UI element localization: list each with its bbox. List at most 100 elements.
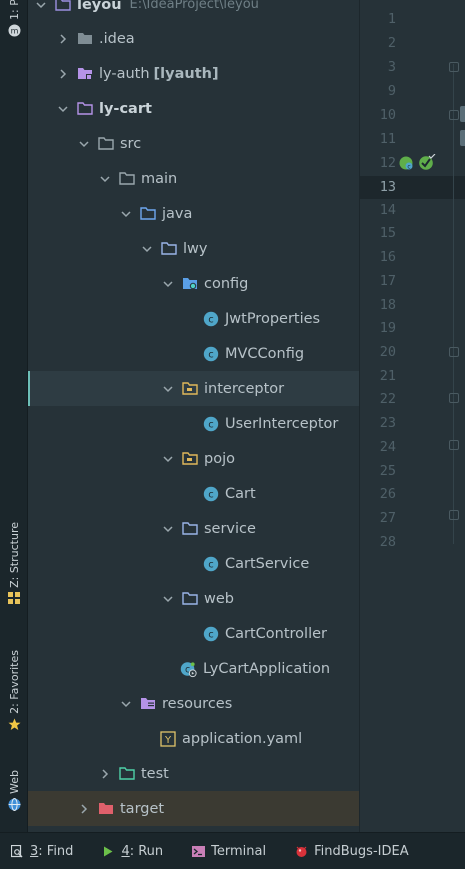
tree-item-label: main	[141, 170, 178, 187]
tree-item-label: ly-cart	[99, 100, 152, 117]
run-gutter-icon[interactable]	[418, 153, 436, 175]
line-number: 25	[379, 463, 396, 479]
globe-icon	[8, 797, 21, 811]
svg-text:c: c	[208, 419, 214, 430]
structure-tool-tab[interactable]: Z: Structure	[0, 522, 28, 605]
root-label: leyou	[77, 0, 122, 13]
tree-item-label: MVCConfig	[225, 345, 305, 362]
chevron-right-icon[interactable]	[56, 67, 70, 81]
package-folder-icon	[181, 591, 198, 607]
chevron-down-icon[interactable]	[119, 207, 133, 221]
chevron-down-icon[interactable]	[98, 172, 112, 186]
chevron-down-icon[interactable]	[161, 592, 175, 606]
root-path: E:\IdeaProject\leyou	[129, 0, 259, 12]
line-number: 24	[379, 439, 396, 455]
line-number: 12	[379, 155, 396, 171]
tree-item-label: test	[141, 765, 169, 782]
spring-bean-icon[interactable]: c	[398, 155, 414, 175]
tree-row-web[interactable]: web	[28, 581, 359, 616]
chevron-down-icon[interactable]	[161, 277, 175, 291]
findbugs-label: FindBugs-IDEA	[314, 843, 409, 859]
find-tool-button[interactable]: 3: Find	[10, 844, 73, 859]
line-number: 2	[387, 35, 396, 51]
find-label: : Find	[38, 843, 74, 859]
findbugs-tool-button[interactable]: FindBugs-IDEA	[294, 843, 409, 859]
favorites-tool-tab[interactable]: 2: Favorites	[0, 650, 28, 731]
chevron-down-icon[interactable]	[161, 382, 175, 396]
structure-tab-label: Z: Structure	[7, 522, 21, 588]
source-folder-icon	[139, 206, 156, 222]
svg-text:c: c	[208, 349, 214, 360]
tool-window-strip: 1: Project m Z: Structure 2: Favorites W…	[0, 0, 28, 832]
svg-text:c: c	[208, 314, 214, 325]
tree-row-application-yaml[interactable]: Y application.yaml	[28, 721, 359, 756]
terminal-tool-button[interactable]: Terminal	[191, 844, 266, 859]
module-folder-icon	[76, 66, 93, 82]
tree-row-src[interactable]: src	[28, 126, 359, 161]
fold-guide	[453, 64, 454, 544]
tree-row-jwtproperties[interactable]: c JwtProperties	[28, 301, 359, 336]
svg-text:c: c	[208, 559, 214, 570]
tree-row-pojo[interactable]: pojo	[28, 441, 359, 476]
chevron-down-icon[interactable]	[77, 137, 91, 151]
tree-row-lwy[interactable]: lwy	[28, 231, 359, 266]
line-number: 20	[379, 344, 396, 360]
tree-item-label: interceptor	[204, 380, 285, 397]
terminal-icon	[191, 844, 205, 858]
chevron-right-icon[interactable]	[98, 767, 112, 781]
line-number: 19	[379, 320, 396, 336]
tree-row-ly-cart[interactable]: ly-cart	[28, 91, 359, 126]
fold-marker[interactable]	[449, 440, 459, 450]
tree-row-java[interactable]: java	[28, 196, 359, 231]
tree-row-test[interactable]: test	[28, 756, 359, 791]
line-number: 1	[387, 11, 396, 27]
tree-row-config[interactable]: config	[28, 266, 359, 301]
tree-row-cartcontroller[interactable]: c CartController	[28, 616, 359, 651]
tree-row-cart[interactable]: c Cart	[28, 476, 359, 511]
fold-marker[interactable]	[449, 62, 459, 72]
tree-row-service[interactable]: service	[28, 511, 359, 546]
fold-marker[interactable]	[449, 347, 459, 357]
tree-row-main[interactable]: main	[28, 161, 359, 196]
tree-row-cartservice[interactable]: c CartService	[28, 546, 359, 581]
class-icon: c	[202, 311, 219, 327]
line-number: 3	[387, 59, 396, 75]
play-icon	[101, 844, 115, 858]
line-number: 23	[379, 415, 396, 431]
module-tag: [lyauth]	[153, 65, 219, 82]
run-tool-button[interactable]: 4: Run	[101, 844, 163, 859]
tree-item-label: CartService	[225, 555, 310, 572]
project-tree: leyou E:\IdeaProject\leyou .idea ly-auth…	[28, 0, 359, 832]
tree-row-resources[interactable]: resources	[28, 686, 359, 721]
line-number: 18	[379, 297, 396, 313]
line-number: 21	[379, 368, 396, 384]
tree-row-idea[interactable]: .idea	[28, 21, 359, 56]
tree-row-lycartapplication[interactable]: c LyCartApplication	[28, 651, 359, 686]
maven-icon: m	[8, 24, 21, 37]
tree-row-userinterceptor[interactable]: c UserInterceptor	[28, 406, 359, 441]
tree-row-mvcconfig[interactable]: c MVCConfig	[28, 336, 359, 371]
tree-item-label: pojo	[204, 450, 235, 467]
project-tool-tab[interactable]: 1: Project m	[0, 0, 28, 37]
tree-row-root[interactable]: leyou E:\IdeaProject\leyou	[28, 0, 359, 22]
web-tool-tab[interactable]: Web	[0, 770, 28, 811]
tree-row-ly-auth[interactable]: ly-auth [lyauth]	[28, 56, 359, 91]
chevron-down-icon[interactable]	[119, 697, 133, 711]
tree-item-label: resources	[162, 695, 233, 712]
tree-row-interceptor[interactable]: interceptor	[28, 371, 359, 406]
tree-item-label: config	[204, 275, 249, 292]
chevron-down-icon[interactable]	[161, 452, 175, 466]
chevron-down-icon[interactable]	[140, 242, 154, 256]
chevron-down-icon[interactable]	[56, 102, 70, 116]
fold-marker[interactable]	[449, 510, 459, 520]
fold-marker[interactable]	[449, 393, 459, 403]
chevron-down-icon[interactable]	[161, 522, 175, 536]
line-number: 9	[387, 83, 396, 99]
fold-marker[interactable]	[449, 110, 459, 120]
tree-row-target[interactable]: target	[28, 791, 359, 826]
package-folder-icon	[181, 451, 198, 467]
chevron-right-icon[interactable]	[56, 32, 70, 46]
chevron-right-icon[interactable]	[77, 802, 91, 816]
chevron-down-icon[interactable]	[34, 0, 48, 12]
tree-item-label: web	[204, 590, 234, 607]
